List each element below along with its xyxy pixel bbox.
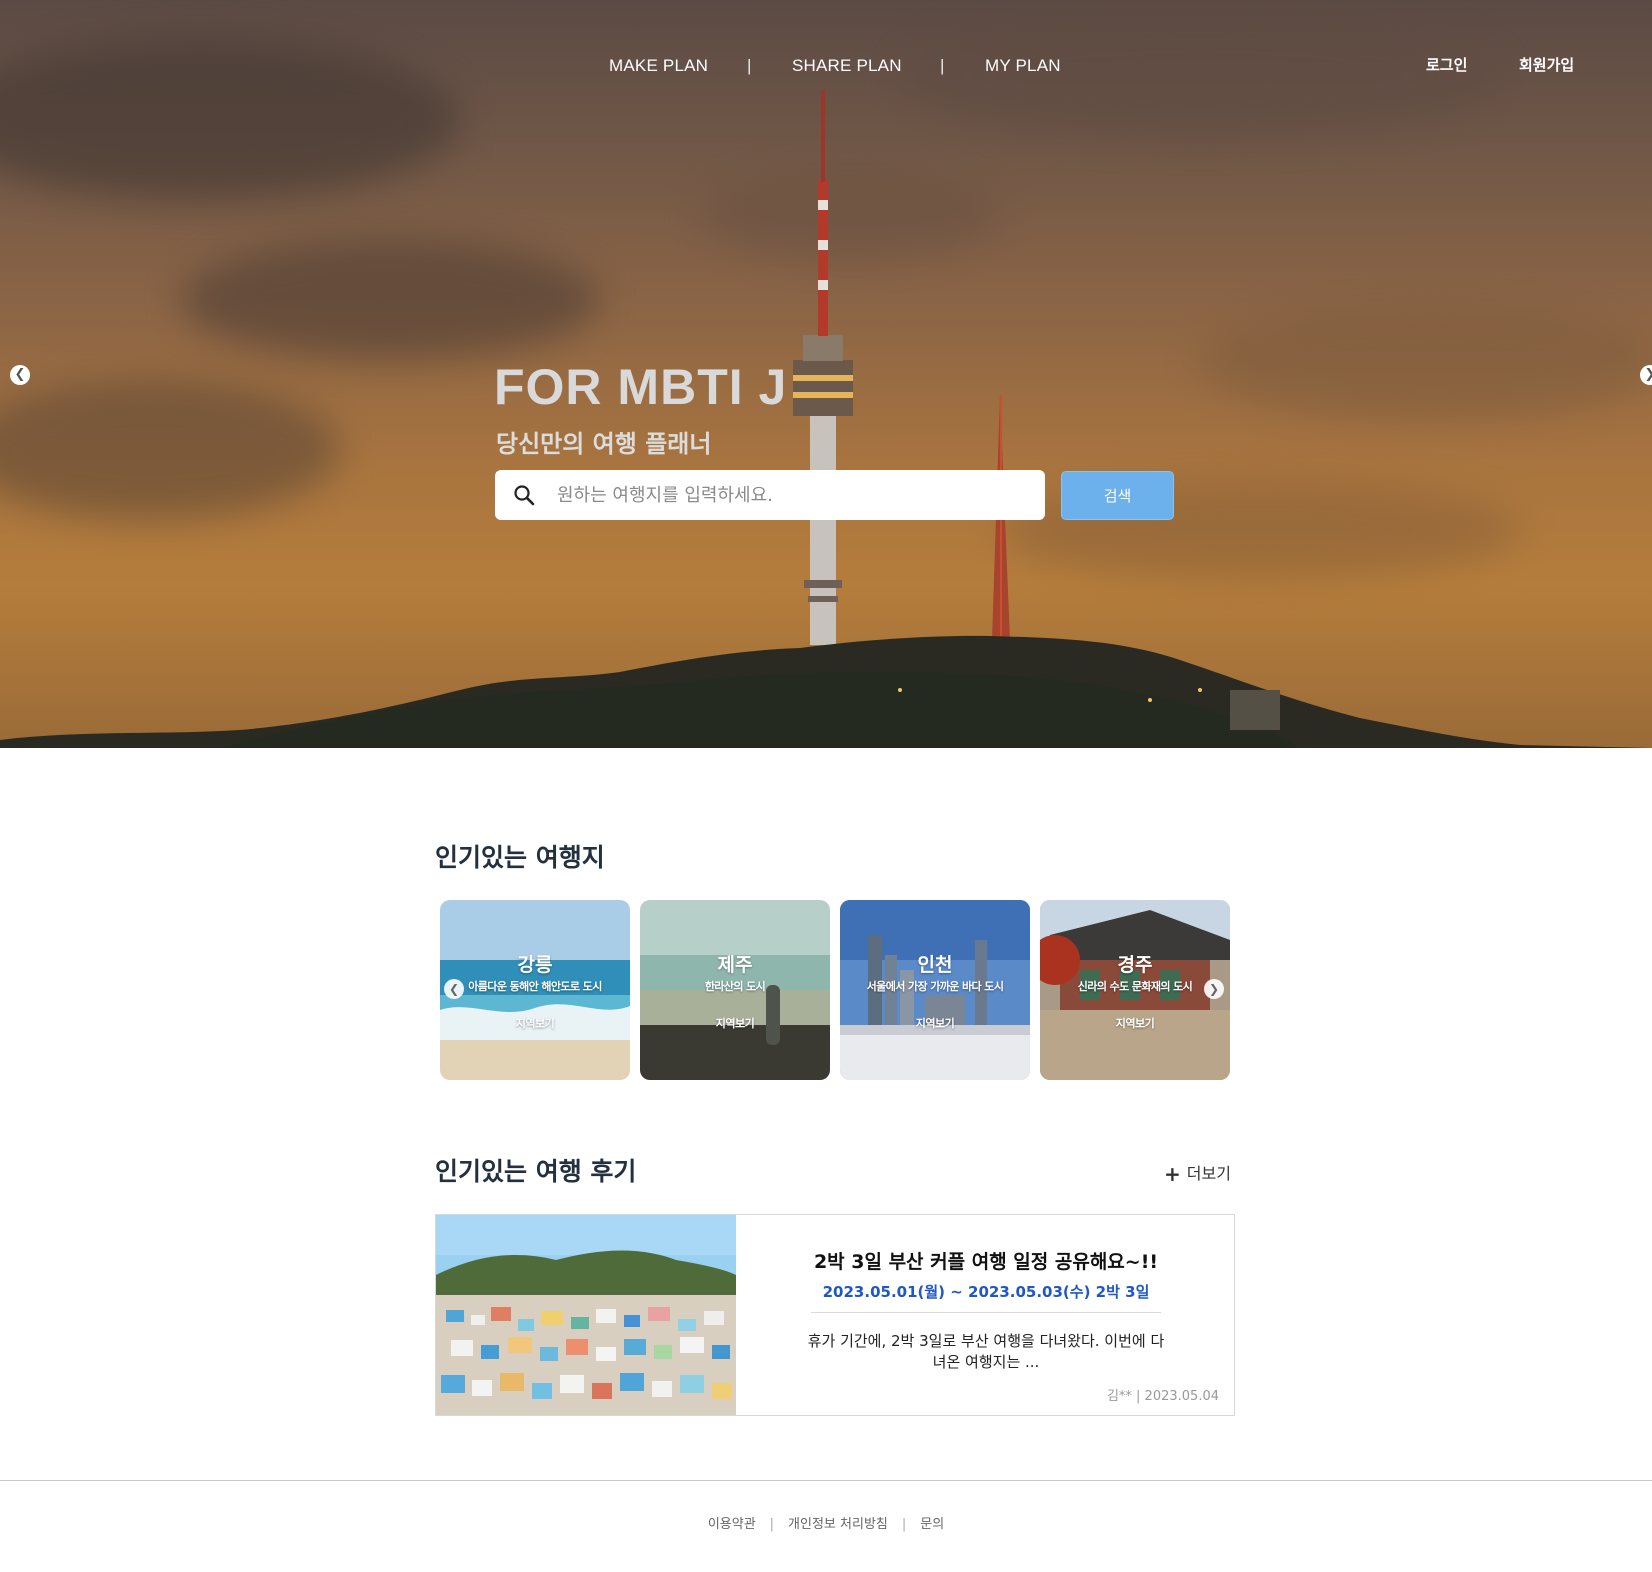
- destination-card-gyeongju[interactable]: 경주 신라의 수도 문화재의 도시 지역보기: [1040, 900, 1230, 1080]
- login-link[interactable]: 로그인: [1426, 54, 1467, 75]
- hero-title: FOR MBTI J: [494, 359, 788, 415]
- destination-description: 한라산의 도시: [704, 980, 766, 993]
- carousel-prev-button[interactable]: ❮: [444, 979, 464, 999]
- popular-reviews-title: 인기있는 여행 후기: [435, 1157, 637, 1186]
- chevron-left-icon: ❮: [14, 367, 26, 382]
- search-icon: [514, 485, 535, 506]
- destination-description: 아름다운 동해안 해안도로 도시: [468, 980, 602, 993]
- destination-view-link[interactable]: 지역보기: [440, 1015, 630, 1031]
- plus-icon: +: [1164, 1162, 1181, 1186]
- review-card[interactable]: 2박 3일 부산 커플 여행 일정 공유해요~!! 2023.05.01(월) …: [435, 1214, 1235, 1416]
- search-box: [495, 470, 1045, 520]
- nav-separator: |: [747, 56, 752, 75]
- destination-name: 강릉: [517, 954, 553, 976]
- namsan-tower-scene: [0, 90, 1652, 748]
- gamcheon-village-image: [436, 1215, 736, 1415]
- destination-view-link[interactable]: 지역보기: [840, 1015, 1030, 1031]
- signup-link[interactable]: 회원가입: [1519, 54, 1574, 75]
- review-author-date: 김** | 2023.05.04: [1106, 1389, 1219, 1404]
- footer-separator: |: [769, 1517, 775, 1532]
- chevron-right-icon: ❯: [1645, 367, 1652, 382]
- more-reviews-link[interactable]: + 더보기: [1164, 1160, 1231, 1186]
- review-excerpt: 휴가 기간에, 2박 3일로 부산 여행을 다녀왔다. 이번에 다녀온 여행지는…: [807, 1332, 1165, 1371]
- chevron-left-icon: ❮: [448, 982, 460, 996]
- review-title: 2박 3일 부산 커플 여행 일정 공유해요~!!: [813, 1251, 1159, 1273]
- destination-card-incheon[interactable]: 인천 서울에서 가장 가까운 바다 도시 지역보기: [840, 900, 1030, 1080]
- destination-description: 서울에서 가장 가까운 바다 도시: [866, 980, 1004, 993]
- footer-separator: |: [901, 1517, 907, 1532]
- hero-subtitle: 당신만의 여행 플래너: [496, 430, 712, 458]
- tower-shaft: [810, 415, 836, 645]
- nav-make-plan[interactable]: MAKE PLAN: [609, 56, 708, 76]
- popular-destinations-title: 인기있는 여행지: [435, 843, 605, 872]
- nav-my-plan[interactable]: MY PLAN: [985, 56, 1061, 76]
- destination-card-gangneung[interactable]: 강릉 아름다운 동해안 해안도로 도시 지역보기: [440, 900, 630, 1080]
- search-input[interactable]: [557, 478, 1027, 512]
- destination-view-link[interactable]: 지역보기: [1040, 1015, 1230, 1031]
- search-button[interactable]: 검색: [1061, 471, 1174, 520]
- destination-description: 신라의 수도 문화재의 도시: [1077, 980, 1193, 993]
- hero-banner: MAKE PLAN | SHARE PLAN | MY PLAN 로그인 회원가…: [0, 0, 1652, 748]
- review-thumbnail: [436, 1215, 736, 1415]
- hero-prev-button[interactable]: ❮: [10, 365, 30, 385]
- chevron-right-icon: ❯: [1208, 982, 1220, 996]
- destination-card-jeju[interactable]: 제주 한라산의 도시 지역보기: [640, 900, 830, 1080]
- terms-link[interactable]: 이용약관: [708, 1517, 756, 1532]
- footer-links: 이용약관 | 개인정보 처리방침 | 문의: [0, 1513, 1652, 1532]
- review-divider: [811, 1312, 1161, 1313]
- carousel-next-button[interactable]: ❯: [1204, 979, 1224, 999]
- contact-link[interactable]: 문의: [920, 1517, 944, 1532]
- review-period: 2023.05.01(월) ~ 2023.05.03(수) 2박 3일: [822, 1283, 1150, 1301]
- top-nav: MAKE PLAN | SHARE PLAN | MY PLAN 로그인 회원가…: [0, 56, 1652, 86]
- footer-divider: [0, 1480, 1652, 1481]
- destination-view-link[interactable]: 지역보기: [640, 1015, 830, 1031]
- destination-name: 제주: [717, 954, 753, 976]
- destination-name: 경주: [1117, 954, 1153, 976]
- nav-share-plan[interactable]: SHARE PLAN: [792, 56, 902, 76]
- destination-name: 인천: [917, 954, 953, 976]
- more-label: 더보기: [1186, 1164, 1231, 1183]
- privacy-link[interactable]: 개인정보 처리방침: [788, 1517, 888, 1532]
- nav-separator: |: [940, 56, 945, 75]
- tower-observatory: [793, 360, 853, 416]
